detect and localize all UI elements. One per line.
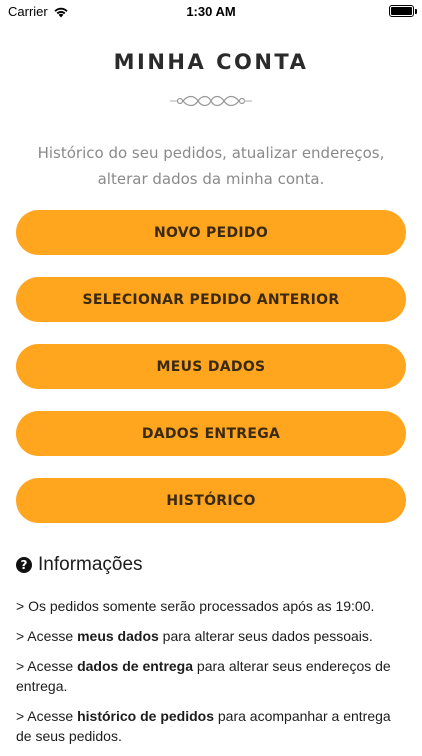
my-data-button[interactable]: MEUS DADOS	[16, 344, 406, 389]
question-circle-icon: ?	[16, 557, 32, 573]
delivery-data-button[interactable]: DADOS ENTREGA	[16, 411, 406, 456]
page-title: MINHA CONTA	[113, 50, 309, 74]
info-item: > Os pedidos somente serão processados a…	[16, 596, 408, 616]
page-subtitle: Histórico do seu pedidos, atualizar ende…	[37, 144, 385, 188]
battery-icon	[389, 5, 417, 17]
info-item-highlight: meus dados	[77, 628, 159, 644]
info-item-text: > Acesse	[16, 708, 78, 724]
info-item: > Acesse dados de entrega para alterar s…	[16, 656, 408, 696]
info-header: ? Informações	[16, 554, 143, 576]
info-item-text: > Acesse	[16, 628, 78, 644]
info-item-text: para alterar seus dados pessoais.	[158, 628, 373, 644]
ornament-divider-icon	[170, 95, 252, 107]
info-title: Informações	[38, 554, 143, 575]
info-item: > Acesse meus dados para alterar seus da…	[16, 626, 408, 646]
status-bar: Carrier 1:30 AM	[0, 0, 422, 24]
info-item-highlight: dados de entrega	[77, 658, 194, 674]
info-item-highlight: histórico de pedidos	[77, 708, 214, 724]
select-previous-order-button[interactable]: SELECIONAR PEDIDO ANTERIOR	[16, 277, 406, 322]
new-order-button[interactable]: NOVO PEDIDO	[16, 210, 406, 255]
info-item-text: > Acesse	[16, 658, 78, 674]
info-item: > Acesse histórico de pedidos para acomp…	[16, 706, 408, 746]
info-item-text: > Os pedidos somente serão processados a…	[16, 598, 375, 614]
info-list: > Os pedidos somente serão processados a…	[16, 596, 408, 756]
history-button[interactable]: HISTÓRICO	[16, 478, 406, 523]
status-time: 1:30 AM	[186, 4, 236, 19]
